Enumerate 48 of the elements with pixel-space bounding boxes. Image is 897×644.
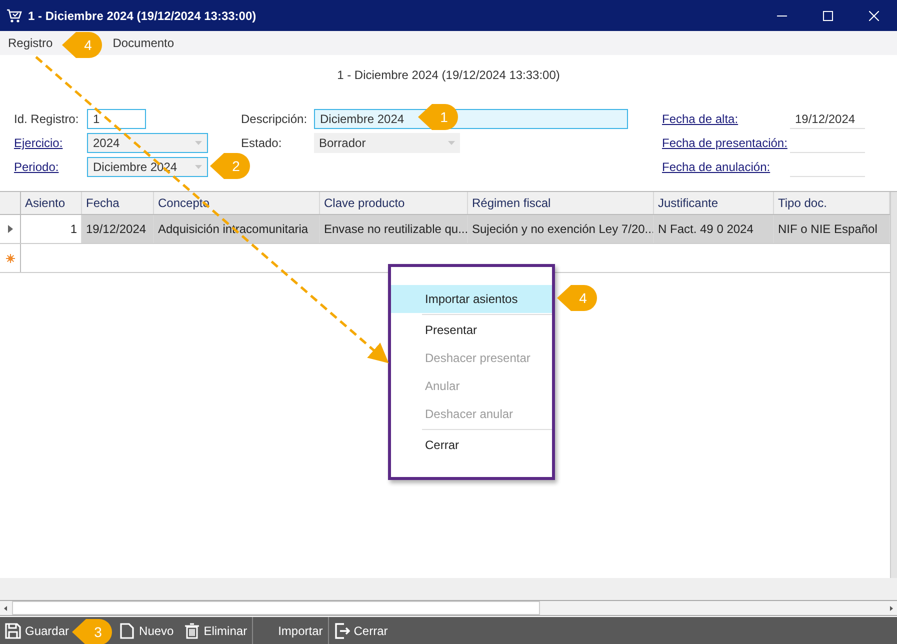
field-label: Id. Registro: [14,112,80,126]
cart-icon [6,8,22,24]
table-cell: N Fact. 49 0 2024 [654,215,774,243]
column-header[interactable]: Asiento [21,192,82,214]
dropdown-field[interactable]: 2024 [87,133,208,153]
toolbar-button[interactable]: Guardar [0,617,74,644]
callout-badge: 2 [210,153,250,179]
field-link[interactable]: Periodo: [14,160,87,174]
toolbar-button[interactable]: Cerrar [328,617,393,644]
date-field[interactable]: 19/12/2024 [790,109,865,129]
dropdown-field[interactable]: Borrador [314,133,460,153]
trash-icon [184,623,200,639]
dropdown-arrow-icon [195,141,202,145]
callout-badge: 4 [557,285,597,311]
maximize-icon [823,10,833,20]
column-header[interactable]: Justificante [654,192,774,214]
window-title: 1 - Diciembre 2024 (19/12/2024 13:33:00) [28,8,258,22]
menu-item[interactable]: Documento [104,36,182,50]
field-link[interactable]: Fecha de anulación: [662,160,790,174]
horizontal-scrollbar[interactable] [0,600,897,616]
menu-item[interactable]: Registro [0,36,61,50]
record-heading: 1 - Diciembre 2024 (19/12/2024 13:33:00) [336,67,561,84]
table-cell: NIF o NIE Español [774,215,890,243]
toolbar-button[interactable]: Eliminar [178,617,252,644]
toolbar-button[interactable]: Nuevo [114,617,179,644]
dropdown-arrow-icon [448,141,455,145]
menu-item[interactable]: Presentar [391,316,552,344]
table-cell: 19/12/2024 [82,215,154,243]
menu-item[interactable]: Cerrar [391,431,552,459]
table-cell: Envase no reutilizable qu... [320,215,468,243]
field-link[interactable]: Fecha de alta: [662,112,790,126]
input-field[interactable]: 1 [87,109,146,129]
column-header[interactable]: Régimen fiscal [468,192,654,214]
field-label: Descripción: [241,112,308,126]
scroll-thumb[interactable] [12,601,540,615]
toolbar-button[interactable]: Importar [253,617,328,644]
field-label: Estado: [241,136,283,150]
column-header[interactable]: Clave producto [320,192,468,214]
field-link[interactable]: Ejercicio: [14,136,87,150]
column-header[interactable]: Fecha [82,192,154,214]
dropdown-arrow-icon [195,165,202,169]
field-link[interactable]: Fecha de presentación: [662,136,790,150]
document-icon [119,623,136,639]
exit-icon [334,623,350,639]
close-icon [869,10,879,20]
save-icon [5,623,21,639]
vertical-scrollbar[interactable] [890,192,897,578]
menu-item[interactable]: Importar asientos [391,285,552,313]
